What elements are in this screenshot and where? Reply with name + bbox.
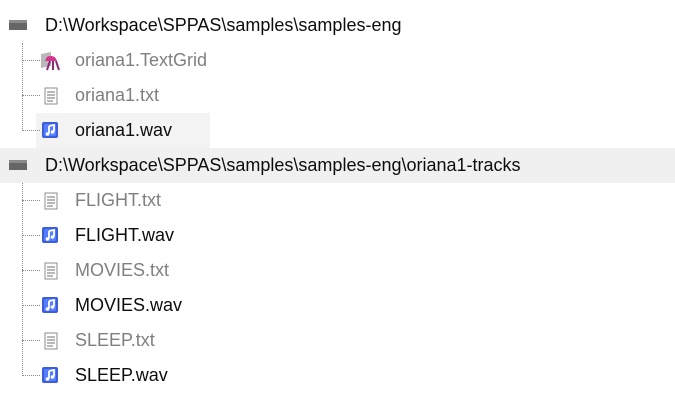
file-row-sleep-txt[interactable]: SLEEP.txt [0,323,675,358]
folder-icon [9,160,27,170]
file-row-movies-wav[interactable]: MOVIES.wav [0,288,675,323]
audio-file-icon [42,122,58,138]
folder-icon [9,20,27,30]
audio-file-icon [42,297,58,313]
file-row-textgrid[interactable]: oriana1.TextGrid [0,43,675,78]
file-name: MOVIES.txt [75,260,170,280]
text-file-icon [44,192,58,210]
file-name: oriana1.wav [75,120,173,140]
file-tree: D:\Workspace\SPPAS\samples\samples-eng o… [0,8,675,393]
textgrid-icon [41,52,60,71]
folder-path: D:\Workspace\SPPAS\samples\samples-eng\o… [45,155,521,175]
file-name: oriana1.txt [75,85,160,105]
file-name: FLIGHT.wav [75,225,175,245]
file-row-flight-txt[interactable]: FLIGHT.txt [0,183,675,218]
audio-file-icon [42,227,58,243]
file-name: oriana1.TextGrid [75,50,208,70]
text-file-icon [44,87,58,105]
text-file-icon [44,262,58,280]
text-file-icon [44,332,58,350]
file-row-movies-txt[interactable]: MOVIES.txt [0,253,675,288]
folder-oriana1-tracks[interactable]: D:\Workspace\SPPAS\samples\samples-eng\o… [0,148,675,183]
audio-file-icon [42,367,58,383]
file-row-oriana-txt[interactable]: oriana1.txt [0,78,675,113]
file-name: SLEEP.wav [75,365,168,385]
file-row-oriana-wav[interactable]: oriana1.wav [0,113,675,148]
file-name: MOVIES.wav [75,295,183,315]
file-name: FLIGHT.txt [75,190,162,210]
folder-samples-eng[interactable]: D:\Workspace\SPPAS\samples\samples-eng [0,8,675,43]
folder-path: D:\Workspace\SPPAS\samples\samples-eng [45,15,402,35]
file-name: SLEEP.txt [75,330,155,350]
file-row-flight-wav[interactable]: FLIGHT.wav [0,218,675,253]
